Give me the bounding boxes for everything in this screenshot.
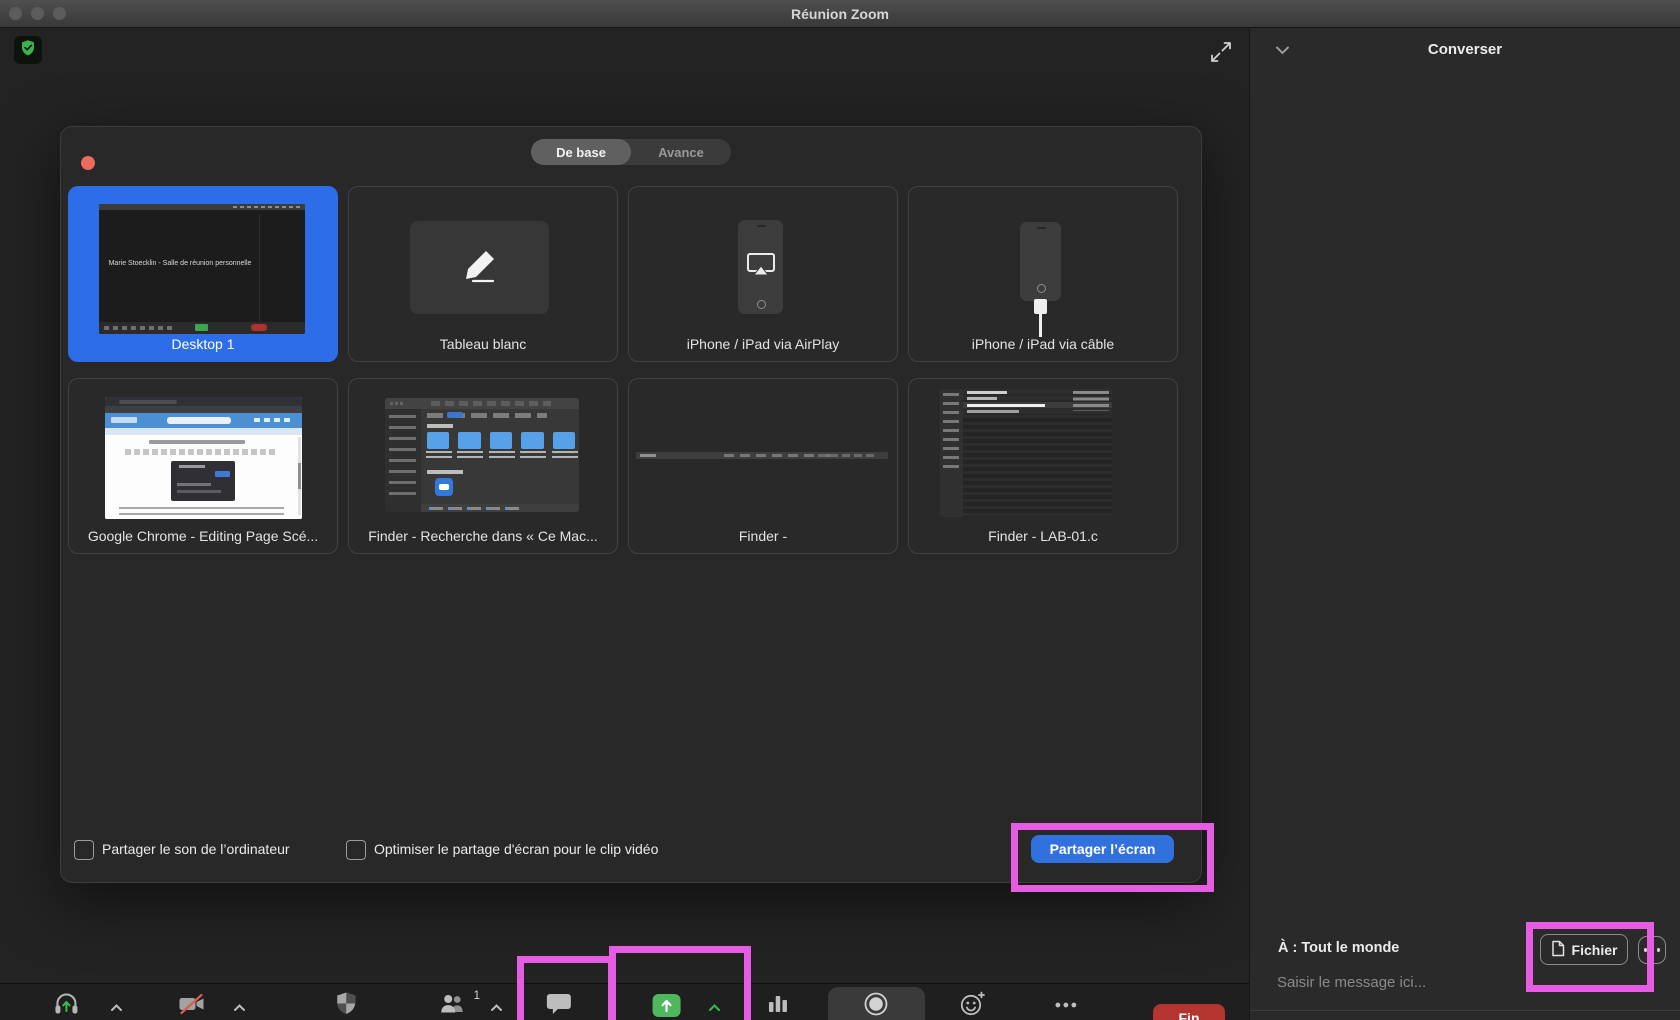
share-sound-label: Partager le son de l’ordinateur — [102, 841, 290, 857]
security-shield-icon — [334, 991, 358, 1020]
participants-button[interactable]: 1 Participants — [419, 992, 490, 1020]
participants-icon — [439, 992, 469, 1020]
expand-icon — [1209, 40, 1233, 69]
participants-options-caret[interactable] — [490, 999, 503, 1017]
share-sound-checkbox[interactable] — [74, 840, 94, 860]
start-video-button[interactable]: Démarrer vidéo — [144, 992, 237, 1020]
share-screen-dialog: De base Avance Marie Stoecklin - Salle d… — [60, 126, 1202, 883]
window-title: Réunion Zoom — [791, 6, 889, 22]
tile-label: Google Chrome - Editing Page Scé... — [75, 528, 331, 544]
chat-panel-title: Converser — [1250, 41, 1680, 58]
video-options-caret[interactable] — [233, 999, 246, 1017]
security-button[interactable]: Sécurité — [321, 992, 371, 1020]
chat-message-input[interactable]: Saisir le message ici... — [1277, 974, 1426, 991]
share-tile-iphone-cable[interactable]: iPhone / iPad via câble — [908, 186, 1178, 362]
highlight-box-share-toolbar — [609, 946, 751, 1020]
desktop-preview-title: Marie Stoecklin - Salle de réunion perso… — [99, 260, 261, 267]
highlight-box-chat-toolbar — [517, 956, 615, 1020]
tile-label: iPhone / iPad via câble — [915, 336, 1171, 352]
desktop-preview-thumbnail: Marie Stoecklin - Salle de réunion perso… — [99, 204, 305, 334]
phone-icon — [1020, 222, 1061, 301]
airplay-icon — [746, 252, 776, 283]
polls-icon — [766, 992, 790, 1019]
share-tile-desktop-1[interactable]: Marie Stoecklin - Salle de réunion perso… — [68, 186, 338, 362]
tile-label: Desktop 1 — [75, 336, 331, 352]
finder-window-thumbnail — [385, 398, 579, 512]
optimize-video-label: Optimiser le partage d'écran pour le cli… — [374, 841, 658, 857]
optimize-video-checkbox[interactable] — [346, 840, 366, 860]
share-tile-finder-search[interactable]: Finder - Recherche dans « Ce Mac... — [348, 378, 618, 554]
minimize-window-button[interactable] — [31, 7, 44, 20]
chat-bottom-divider — [1250, 1010, 1680, 1011]
share-tile-whiteboard[interactable]: Tableau blanc — [348, 186, 618, 362]
participants-count-badge: 1 — [474, 990, 480, 1002]
tab-de-base[interactable]: De base — [531, 139, 631, 165]
share-tile-finder-empty[interactable]: Finder - — [628, 378, 898, 554]
chat-recipient[interactable]: À : Tout le monde — [1278, 940, 1399, 956]
tile-label: Finder - Recherche dans « Ce Mac... — [355, 528, 611, 544]
zoom-window-button[interactable] — [53, 7, 66, 20]
tile-label: Finder - — [635, 528, 891, 544]
whiteboard-thumbnail — [410, 221, 549, 314]
tile-label: Tableau blanc — [355, 336, 611, 352]
dialog-close-button[interactable] — [81, 156, 95, 170]
finder-list-thumbnail — [940, 389, 1112, 517]
fullscreen-button[interactable] — [1206, 40, 1236, 68]
record-button[interactable]: Enregistrer — [843, 992, 909, 1020]
reactions-icon — [958, 991, 985, 1020]
reactions-button[interactable]: Réactions — [942, 992, 1002, 1020]
share-mode-tabs: De base Avance — [531, 139, 731, 165]
shield-check-icon — [19, 39, 37, 62]
window-titlebar: Réunion Zoom — [0, 0, 1680, 28]
tile-label: iPhone / iPad via AirPlay — [635, 336, 891, 352]
tile-label: Finder - LAB-01.c — [915, 528, 1171, 544]
more-dots-icon — [1053, 998, 1079, 1013]
chat-panel: Converser À : Tout le monde Fichier Sais… — [1249, 28, 1680, 1020]
cable-icon — [1034, 299, 1047, 314]
window-controls — [9, 7, 66, 20]
highlight-box-file-button — [1526, 922, 1654, 992]
pencil-icon — [458, 243, 502, 292]
headphones-icon — [53, 991, 80, 1020]
finder-menubar-thumbnail — [636, 452, 888, 459]
end-meeting-button[interactable]: Fin — [1153, 1004, 1225, 1020]
share-tile-chrome[interactable]: Google Chrome - Editing Page Scé... — [68, 378, 338, 554]
share-tile-finder-lab[interactable]: Finder - LAB-01.c — [908, 378, 1178, 554]
audio-options-caret[interactable] — [110, 999, 123, 1017]
highlight-box-share-button — [1011, 823, 1214, 892]
video-off-icon — [177, 992, 205, 1019]
phone-icon — [738, 220, 783, 314]
share-tile-iphone-airplay[interactable]: iPhone / iPad via AirPlay — [628, 186, 898, 362]
close-window-button[interactable] — [9, 7, 22, 20]
tab-avance[interactable]: Avance — [631, 139, 731, 165]
polls-button[interactable]: Sondage — [751, 992, 805, 1020]
encryption-badge[interactable] — [14, 36, 42, 64]
chrome-window-thumbnail — [105, 397, 302, 519]
join-audio-button[interactable]: Rejoindre l'audio — [16, 992, 116, 1020]
record-icon — [863, 991, 889, 1020]
more-button[interactable]: Plus — [1053, 992, 1079, 1020]
zoom-meeting-window: Réunion Zoom De base Avance — [0, 0, 1680, 1020]
